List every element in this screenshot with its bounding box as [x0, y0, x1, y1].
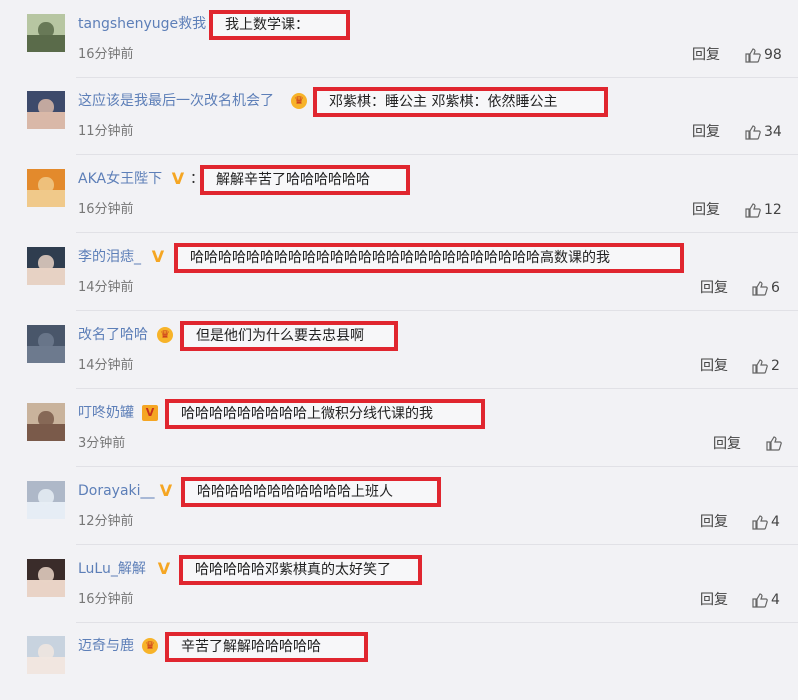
- reply-button[interactable]: 回复: [700, 279, 728, 297]
- comment-text-highlight: 哈哈哈哈哈哈哈哈哈上微积分线代课的我: [165, 399, 485, 429]
- verified-v-icon: V: [159, 481, 173, 500]
- username-link[interactable]: 迈奇与鹿: [78, 636, 134, 656]
- comment-text: 哈哈哈哈哈哈哈哈哈上微积分线代课的我: [181, 406, 433, 422]
- like-count: 98: [764, 47, 782, 63]
- comment-item: AKA女王陛下 V ： 解解辛苦了哈哈哈哈哈哈 16分钟前 回复 12: [0, 155, 798, 233]
- like-button[interactable]: 4: [752, 591, 780, 609]
- like-button[interactable]: 34: [745, 123, 782, 141]
- reply-button[interactable]: 回复: [700, 591, 728, 609]
- comment-item: Dorayaki__ V 哈哈哈哈哈哈哈哈哈哈哈上班人 12分钟前 回复 4: [0, 467, 798, 545]
- reply-button[interactable]: 回复: [692, 46, 720, 64]
- avatar[interactable]: [27, 247, 65, 285]
- reply-button[interactable]: 回复: [700, 357, 728, 375]
- like-button[interactable]: 12: [745, 201, 782, 219]
- thumbs-up-icon: [752, 514, 768, 530]
- comment-item: tangshenyuge救我 我上数学课： 16分钟前 回复 98: [0, 0, 798, 78]
- thumbs-up-icon: [752, 592, 768, 608]
- comment-text-highlight: 我上数学课：: [209, 10, 350, 40]
- thumbs-up-icon: [745, 124, 761, 140]
- username-link[interactable]: 这应该是我最后一次改名机会了: [78, 91, 274, 111]
- like-button[interactable]: [766, 435, 785, 451]
- timestamp: 16分钟前: [78, 202, 134, 217]
- comment-text-highlight: 邓紫棋：睡公主 邓紫棋：依然睡公主: [313, 87, 608, 117]
- crown-badge-icon: ♛: [157, 327, 173, 343]
- thumbs-up-icon: [752, 280, 768, 296]
- timestamp: 3分钟前: [78, 436, 126, 451]
- comment-text: 哈哈哈哈哈邓紫棋真的太好笑了: [195, 562, 391, 578]
- comment-text: 邓紫棋：睡公主 邓紫棋：依然睡公主: [329, 94, 558, 110]
- timestamp: 14分钟前: [78, 280, 134, 295]
- timestamp: 11分钟前: [78, 124, 134, 139]
- thumbs-up-icon: [752, 358, 768, 374]
- timestamp: 14分钟前: [78, 358, 134, 373]
- timestamp: 16分钟前: [78, 47, 134, 62]
- vip-v-icon: V: [142, 405, 158, 421]
- reply-button[interactable]: 回复: [713, 435, 741, 453]
- comment-item: 改名了哈哈 ♛ 但是他们为什么要去忠县啊 14分钟前 回复 2: [0, 311, 798, 389]
- reply-button[interactable]: 回复: [692, 123, 720, 141]
- thumbs-up-icon: [766, 435, 782, 451]
- thumbs-up-icon: [745, 47, 761, 63]
- username-link[interactable]: LuLu_解解: [78, 559, 146, 579]
- avatar[interactable]: [27, 169, 65, 207]
- comment-text: 但是他们为什么要去忠县啊: [196, 328, 364, 344]
- like-count: 2: [771, 358, 780, 374]
- avatar[interactable]: [27, 325, 65, 363]
- username-link[interactable]: 李的泪痣_: [78, 247, 141, 267]
- username-link[interactable]: 叮咚奶罐: [78, 403, 134, 423]
- reply-button[interactable]: 回复: [692, 201, 720, 219]
- comment-text: 辛苦了解解哈哈哈哈哈: [181, 639, 321, 655]
- comment-text: 我上数学课：: [225, 17, 309, 33]
- like-count: 12: [764, 202, 782, 218]
- like-button[interactable]: 2: [752, 357, 780, 375]
- username-link[interactable]: 改名了哈哈: [78, 325, 148, 345]
- like-count: 34: [764, 124, 782, 140]
- crown-badge-icon: ♛: [142, 638, 158, 654]
- verified-v-icon: V: [157, 559, 171, 578]
- timestamp: 16分钟前: [78, 592, 134, 607]
- username-link[interactable]: Dorayaki__: [78, 481, 155, 501]
- crown-badge-icon: ♛: [291, 93, 307, 109]
- comment-text: 解解辛苦了哈哈哈哈哈哈: [216, 172, 370, 188]
- comment-text-highlight: 但是他们为什么要去忠县啊: [180, 321, 398, 351]
- verified-v-icon: V: [171, 169, 185, 188]
- avatar[interactable]: [27, 403, 65, 441]
- avatar[interactable]: [27, 14, 65, 52]
- comment-text-highlight: 解解辛苦了哈哈哈哈哈哈: [200, 165, 410, 195]
- avatar[interactable]: [27, 91, 65, 129]
- avatar[interactable]: [27, 481, 65, 519]
- like-count: 4: [771, 592, 780, 608]
- verified-v-icon: V: [151, 247, 165, 266]
- comment-item: 迈奇与鹿 ♛ 辛苦了解解哈哈哈哈哈: [0, 622, 798, 700]
- comment-item: LuLu_解解 V 哈哈哈哈哈邓紫棋真的太好笑了 16分钟前 回复 4: [0, 545, 798, 623]
- like-button[interactable]: 6: [752, 279, 780, 297]
- like-button[interactable]: 98: [745, 46, 782, 64]
- comment-list: tangshenyuge救我 我上数学课： 16分钟前 回复 98 这应该是我最…: [0, 0, 798, 674]
- comment-text-highlight: 哈哈哈哈哈邓紫棋真的太好笑了: [179, 555, 422, 585]
- comment-item: 叮咚奶罐 V 哈哈哈哈哈哈哈哈哈上微积分线代课的我 3分钟前 回复: [0, 389, 798, 467]
- like-count: 6: [771, 280, 780, 296]
- comment-item: 这应该是我最后一次改名机会了 ♛ 邓紫棋：睡公主 邓紫棋：依然睡公主 11分钟前…: [0, 77, 798, 155]
- avatar[interactable]: [27, 559, 65, 597]
- like-button[interactable]: 4: [752, 513, 780, 531]
- reply-button[interactable]: 回复: [700, 513, 728, 531]
- comment-text-highlight: 哈哈哈哈哈哈哈哈哈哈哈哈哈哈哈哈哈哈哈哈哈哈哈哈哈高数课的我: [174, 243, 684, 273]
- thumbs-up-icon: [745, 202, 761, 218]
- comment-text-highlight: 辛苦了解解哈哈哈哈哈: [165, 632, 368, 662]
- comment-text: 哈哈哈哈哈哈哈哈哈哈哈哈哈哈哈哈哈哈哈哈哈哈哈哈哈高数课的我: [190, 250, 610, 266]
- comment-item: 李的泪痣_ V 哈哈哈哈哈哈哈哈哈哈哈哈哈哈哈哈哈哈哈哈哈哈哈哈哈高数课的我 1…: [0, 233, 798, 311]
- avatar[interactable]: [27, 636, 65, 674]
- username-link[interactable]: AKA女王陛下: [78, 169, 162, 189]
- comment-text: 哈哈哈哈哈哈哈哈哈哈哈上班人: [197, 484, 393, 500]
- username-link[interactable]: tangshenyuge救我: [78, 14, 206, 34]
- comment-text-highlight: 哈哈哈哈哈哈哈哈哈哈哈上班人: [181, 477, 441, 507]
- like-count: 4: [771, 514, 780, 530]
- timestamp: 12分钟前: [78, 514, 134, 529]
